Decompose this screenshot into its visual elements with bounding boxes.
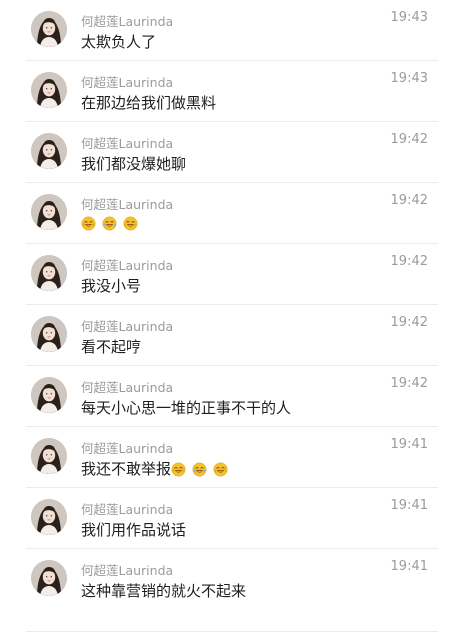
username[interactable]: 何超莲Laurinda — [81, 377, 173, 396]
message-text-content: 这种靠营销的就火不起来 — [81, 582, 247, 600]
laugh-cry-emoji — [171, 462, 186, 476]
chat-message[interactable]: 何超莲Laurinda 19:42 我们都没爆她聊 — [0, 122, 464, 183]
laugh-cry-emoji — [102, 216, 117, 231]
message-text: 我还不敢举报 — [81, 458, 229, 479]
message-text-content: 在那边给我们做黑料 — [81, 94, 217, 112]
message-text-content: 太欺负人了 — [81, 33, 157, 51]
chat-message[interactable]: 何超莲Laurinda 19:42 看不起哼 — [0, 305, 464, 366]
username[interactable]: 何超莲Laurinda — [81, 11, 173, 30]
message-time: 19:42 — [390, 132, 428, 147]
laugh-cry-emoji — [213, 462, 228, 476]
laugh-cry-emoji — [123, 216, 138, 231]
username[interactable]: 何超莲Laurinda — [81, 316, 173, 335]
message-time: 19:41 — [390, 437, 428, 452]
message-text: 每天小心思一堆的正事不干的人 — [81, 397, 291, 418]
message-text: 看不起哼 — [81, 336, 141, 357]
avatar[interactable] — [31, 316, 67, 352]
username[interactable]: 何超莲Laurinda — [81, 499, 173, 518]
message-text-content: 看不起哼 — [81, 338, 142, 356]
username[interactable]: 何超莲Laurinda — [81, 72, 173, 91]
message-time: 19:42 — [390, 315, 428, 330]
message-text-content: 我们都没爆她聊 — [81, 155, 187, 173]
avatar[interactable] — [31, 255, 67, 291]
chat-message[interactable]: 何超莲Laurinda 19:41 我还不敢举报 — [0, 427, 464, 488]
chat-message[interactable]: 何超莲Laurinda 19:42 每天小心思一堆的正事不干的人 — [0, 366, 464, 427]
message-text: 我们用作品说话 — [81, 519, 186, 540]
avatar[interactable] — [31, 560, 67, 596]
avatar[interactable] — [31, 499, 67, 535]
message-text: 在那边给我们做黑料 — [81, 92, 216, 113]
message-time: 19:43 — [390, 71, 428, 86]
avatar[interactable] — [31, 194, 67, 230]
username[interactable]: 何超莲Laurinda — [81, 133, 173, 152]
chat-message-list: 何超莲Laurinda 19:43 太欺负人了 何超莲Laurinda 19:4… — [0, 0, 464, 640]
message-text-content: 每天小心思一堆的正事不干的人 — [81, 399, 292, 417]
message-time: 19:42 — [390, 254, 428, 269]
message-text-content: 我还不敢举报 — [81, 460, 172, 478]
username[interactable]: 何超莲Laurinda — [81, 438, 173, 457]
message-text: 这种靠营销的就火不起来 — [81, 580, 246, 601]
laugh-cry-emoji — [192, 462, 207, 476]
avatar[interactable] — [31, 133, 67, 169]
username[interactable]: 何超莲Laurinda — [81, 255, 173, 274]
chat-message[interactable]: 何超莲Laurinda 19:42 我没小号 — [0, 244, 464, 305]
message-time: 19:42 — [390, 376, 428, 391]
avatar[interactable] — [31, 438, 67, 474]
message-time: 19:41 — [390, 498, 428, 513]
chat-message[interactable]: 何超莲Laurinda 19:42 — [0, 183, 464, 244]
avatar[interactable] — [31, 11, 67, 47]
avatar[interactable] — [31, 72, 67, 108]
chat-message[interactable]: 何超莲Laurinda 19:43 太欺负人了 — [0, 0, 464, 61]
message-text: 我们都没爆她聊 — [81, 153, 186, 174]
message-time: 19:42 — [390, 193, 428, 208]
message-time: 19:43 — [390, 10, 428, 25]
username[interactable]: 何超莲Laurinda — [81, 560, 173, 579]
message-text-content: 我没小号 — [81, 277, 142, 295]
chat-message[interactable]: 何超莲Laurinda 19:41 这种靠营销的就火不起来 — [0, 549, 464, 610]
avatar[interactable] — [31, 377, 67, 413]
message-text — [81, 214, 139, 232]
message-text-content: 我们用作品说话 — [81, 521, 187, 539]
message-time: 19:41 — [390, 559, 428, 574]
laugh-cry-emoji — [81, 216, 96, 231]
divider — [26, 631, 438, 632]
chat-message[interactable]: 何超莲Laurinda 19:41 我们用作品说话 — [0, 488, 464, 549]
username[interactable]: 何超莲Laurinda — [81, 194, 173, 213]
message-text: 太欺负人了 — [81, 31, 156, 52]
chat-message[interactable]: 何超莲Laurinda 19:43 在那边给我们做黑料 — [0, 61, 464, 122]
message-text: 我没小号 — [81, 275, 141, 296]
